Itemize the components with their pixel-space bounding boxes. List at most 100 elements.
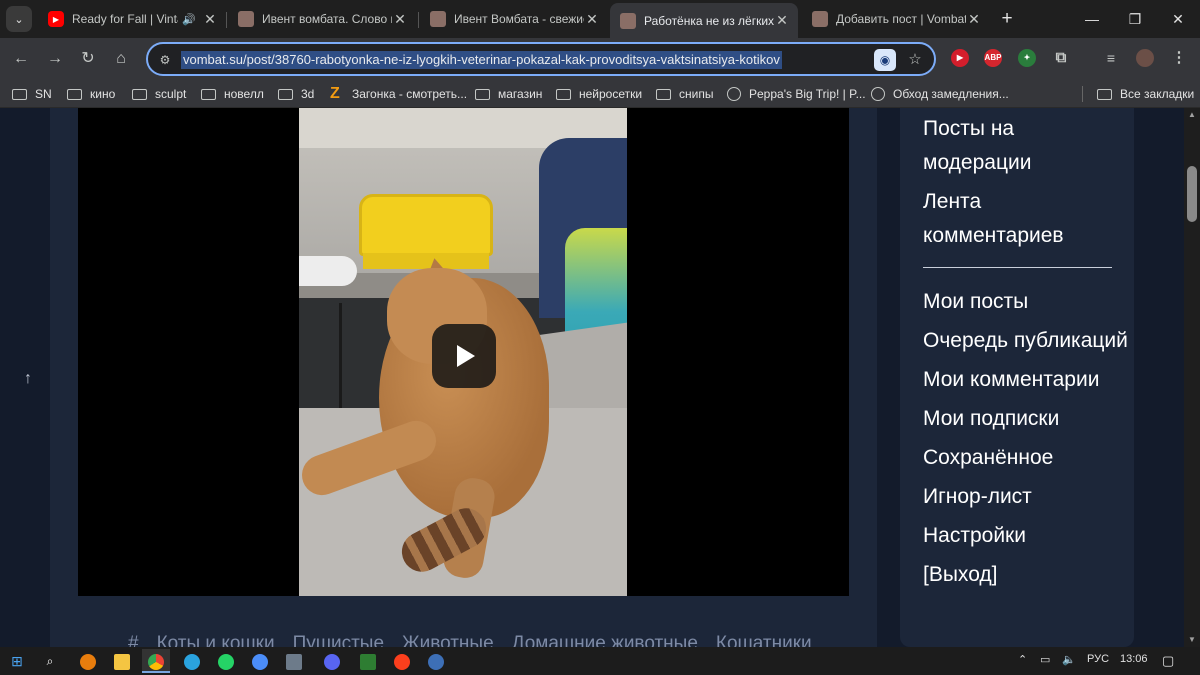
speaker-icon[interactable]: 🔊: [182, 13, 196, 26]
menu-divider: [923, 267, 1112, 268]
close-tab-icon[interactable]: ✕: [202, 11, 218, 28]
bookmark-kino[interactable]: кино: [67, 85, 115, 103]
tab-wombat-event[interactable]: Ивент вомбата. Слово н ✕: [228, 4, 416, 34]
discord-icon[interactable]: [318, 649, 346, 673]
chromium-icon[interactable]: [246, 649, 274, 673]
bookmark-snips[interactable]: снипы: [656, 85, 713, 103]
record-extension-icon[interactable]: ▶: [951, 49, 969, 67]
lens-icon[interactable]: ◉: [874, 49, 896, 71]
home-button[interactable]: ⌂: [108, 46, 134, 72]
menu-moderation-posts[interactable]: Посты на модерации: [923, 112, 1123, 180]
address-bar[interactable]: ⚙ vombat.su/post/38760-rabotyonka-ne-iz-…: [146, 42, 936, 76]
tag-link[interactable]: Пушистые: [293, 633, 384, 647]
tab-active-post[interactable]: Работёнка не из лёгких ✕: [610, 3, 798, 38]
tab-title: Работёнка не из лёгких: [644, 13, 774, 28]
network-icon[interactable]: ▭: [1040, 653, 1050, 666]
close-tab-icon[interactable]: ✕: [392, 11, 408, 28]
app-green-icon[interactable]: [354, 649, 382, 673]
new-tab-button[interactable]: +: [996, 8, 1018, 30]
bookmark-peppa[interactable]: Peppa's Big Trip! | P...: [727, 85, 866, 103]
colorful-extension-icon[interactable]: ✦: [1018, 49, 1036, 67]
scroll-up-arrow-icon[interactable]: ▲: [1184, 108, 1200, 122]
menu-comments-feed[interactable]: Лента комментариев: [923, 185, 1123, 253]
profile-avatar[interactable]: [1136, 49, 1154, 67]
folder-icon: [475, 88, 490, 100]
menu-saved[interactable]: Сохранённое: [923, 441, 1128, 475]
menu-my-comments[interactable]: Мои комментарии: [923, 363, 1128, 397]
blender-icon[interactable]: [74, 649, 102, 673]
all-bookmarks[interactable]: Все закладки: [1097, 85, 1194, 103]
restore-button[interactable]: ❐: [1120, 6, 1150, 32]
telegram-icon[interactable]: [178, 649, 206, 673]
bookmark-magazin[interactable]: магазин: [475, 85, 542, 103]
language-indicator[interactable]: РУС: [1087, 653, 1109, 665]
tag-link[interactable]: Домашние животные: [512, 633, 698, 647]
whatsapp-icon[interactable]: [212, 649, 240, 673]
bookmark-sculpt[interactable]: sculpt: [132, 85, 186, 103]
folder-icon: [278, 88, 293, 100]
bookmark-3d[interactable]: 3d: [278, 85, 314, 103]
adblock-extension-icon[interactable]: ABP: [984, 49, 1002, 67]
bookmarks-bar: SN кино sculpt новелл 3d Z Загонка - смот…: [0, 80, 1200, 108]
close-window-button[interactable]: ✕: [1163, 6, 1193, 32]
site-info-icon[interactable]: ⚙: [156, 51, 174, 69]
tab-search-button[interactable]: ⌄: [6, 6, 32, 32]
page-scrollbar[interactable]: ▲ ▼: [1184, 108, 1200, 647]
reload-icon: ↻: [81, 50, 95, 67]
close-tab-icon[interactable]: ✕: [966, 11, 982, 28]
url-text[interactable]: vombat.su/post/38760-rabotyonka-ne-iz-ly…: [181, 51, 782, 69]
bookmark-bypass[interactable]: Обход замедления...: [871, 85, 1009, 103]
post-card: # Коты и кошки Пушистые Животные Домашни…: [50, 108, 877, 647]
minimize-icon: —: [1085, 11, 1099, 27]
post-tags: # Коты и кошки Пушистые Животные Домашни…: [128, 633, 812, 647]
forward-button[interactable]: →: [42, 46, 68, 72]
scroll-to-top-icon[interactable]: ↑: [18, 370, 38, 390]
app-blue-icon[interactable]: [422, 649, 450, 673]
menu-ignore-list[interactable]: Игнор-лист: [923, 480, 1128, 514]
close-tab-icon[interactable]: ✕: [774, 12, 790, 29]
play-button[interactable]: [432, 324, 496, 388]
bookmark-label: Обход замедления...: [893, 87, 1009, 101]
menu-settings[interactable]: Настройки: [923, 519, 1128, 553]
media-queue-icon[interactable]: ≡: [1102, 49, 1120, 67]
home-icon: ⌂: [116, 50, 126, 67]
calculator-icon[interactable]: [280, 649, 308, 673]
scrollbar-thumb[interactable]: [1187, 166, 1197, 222]
tag-link[interactable]: Животные: [402, 633, 494, 647]
video-player[interactable]: [78, 108, 849, 596]
bookmark-neuro[interactable]: нейросетки: [556, 85, 642, 103]
tray-expand-icon[interactable]: ⌃: [1018, 653, 1027, 666]
folder-icon: [556, 88, 571, 100]
tab-wombat-fresh[interactable]: Ивент Вомбата - свежие ✕: [420, 4, 608, 34]
notifications-icon[interactable]: ▢: [1162, 653, 1174, 669]
back-button[interactable]: ←: [8, 46, 34, 72]
bookmark-sn[interactable]: SN: [12, 85, 52, 103]
tab-youtube[interactable]: ▶ Ready for Fall | Vintage 🔊 ✕: [38, 4, 226, 34]
menu-logout[interactable]: [Выход]: [923, 558, 1128, 592]
yandex-browser-icon[interactable]: [388, 649, 416, 673]
more-menu-icon[interactable]: ⋮: [1170, 49, 1188, 67]
extensions-puzzle-icon[interactable]: ⧉: [1052, 49, 1070, 67]
arrow-right-icon: →: [47, 50, 63, 67]
windows-start-icon[interactable]: ⊞: [3, 649, 31, 673]
tab-add-post[interactable]: Добавить пост | Vombat ✕: [802, 4, 990, 34]
search-icon[interactable]: ⌕: [36, 649, 64, 673]
folder-icon: [12, 88, 27, 100]
scroll-down-arrow-icon[interactable]: ▼: [1184, 633, 1200, 647]
close-tab-icon[interactable]: ✕: [584, 11, 600, 28]
chrome-icon[interactable]: [142, 649, 170, 673]
bookmark-star-icon[interactable]: ☆: [904, 49, 926, 71]
bookmark-novell[interactable]: новелл: [201, 85, 264, 103]
menu-my-subscriptions[interactable]: Мои подписки: [923, 402, 1128, 436]
volume-icon[interactable]: 🔈: [1062, 653, 1076, 666]
wombat-icon: [430, 11, 446, 27]
tag-link[interactable]: Коты и кошки: [157, 633, 275, 647]
menu-publish-queue[interactable]: Очередь публикаций: [923, 324, 1128, 358]
reload-button[interactable]: ↻: [75, 46, 101, 72]
minimize-button[interactable]: —: [1077, 6, 1107, 32]
tag-link[interactable]: Кошатники: [716, 633, 812, 647]
bookmark-zagonka[interactable]: Z Загонка - смотреть...: [330, 85, 467, 103]
file-explorer-icon[interactable]: [108, 649, 136, 673]
clock-time[interactable]: 13:06: [1120, 653, 1148, 665]
menu-my-posts[interactable]: Мои посты: [923, 285, 1128, 319]
